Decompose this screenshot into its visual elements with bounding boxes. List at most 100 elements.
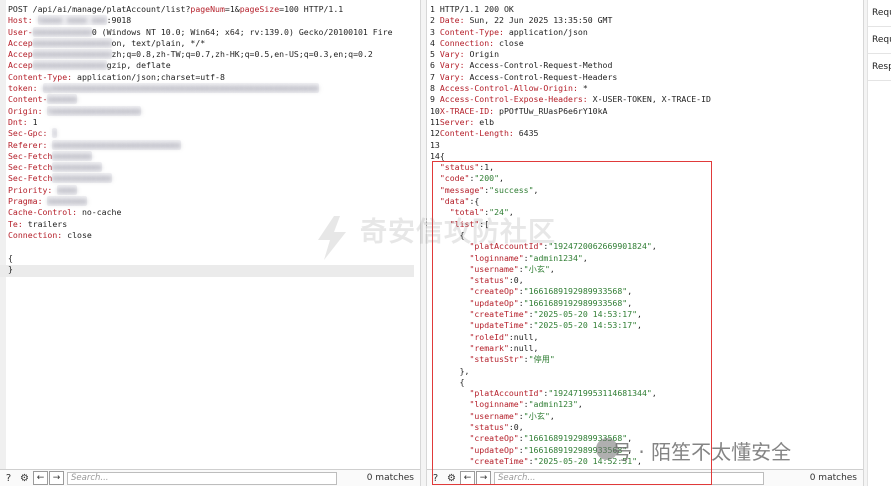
response-token: :0, (508, 275, 524, 286)
request-line: Content-Type: application/json;charset=u… (8, 72, 420, 83)
response-token: "小玄" (523, 410, 550, 421)
response-token (430, 286, 469, 296)
response-token: "1661689192989933568" (523, 286, 628, 297)
request-line: Content-mmmmmm (8, 94, 420, 105)
request-token: mmmmmmmmmmmm (52, 173, 112, 184)
response-line: "status":0, (430, 422, 863, 433)
inspector-side-panel: Requ Requ Resp (867, 0, 891, 486)
response-line: 8 Access-Control-Allow-Origin: * (430, 83, 863, 94)
response-token: 2 (430, 15, 440, 26)
response-token: 6 (430, 60, 440, 71)
response-token: pPOfTUw_RUasP6e6rY10kA (499, 105, 608, 116)
response-token (430, 456, 469, 466)
response-line: "loginname":"admin1234", (430, 253, 863, 264)
settings-gear-icon[interactable]: ⚙ (17, 471, 32, 485)
response-token: "platAccountId" (469, 388, 544, 399)
request-token: token: (8, 83, 43, 94)
response-token: 4 (430, 37, 440, 48)
settings-gear-icon[interactable]: ⚙ (444, 471, 459, 485)
request-line: Accepmmmmmmmmmmmmmmmmzh;q=0.8,zh-TW;q=0.… (8, 49, 420, 60)
response-token: "loginname" (469, 399, 524, 410)
help-icon[interactable]: ? (428, 471, 443, 485)
request-token: Dnt: (8, 116, 33, 127)
response-line: 11Server: elb (430, 117, 863, 128)
response-line: "updateOp":"1661689192989933568", (430, 298, 863, 309)
response-token: "200" (474, 173, 500, 184)
response-token: Vary: (439, 60, 470, 71)
request-token: pageSize (239, 4, 280, 14)
request-search-bar: ? ⚙ ← → Search... 0 matches (0, 469, 420, 486)
request-line: Dnt: 1 (8, 117, 420, 128)
response-token (430, 445, 469, 455)
response-token (430, 366, 460, 376)
response-search-bar: ? ⚙ ← → Search... 0 matches (427, 469, 863, 486)
request-token: mmmmmmmm (52, 150, 92, 161)
response-token: "1924719953114681344" (548, 388, 652, 399)
side-tab-request-headers[interactable]: Requ (868, 27, 891, 54)
response-token: "roleId" (469, 331, 509, 342)
response-line: "statusStr":"停用" (430, 354, 863, 365)
response-token: "createOp" (469, 433, 519, 444)
help-icon[interactable]: ? (1, 471, 16, 485)
response-token: , (651, 241, 657, 252)
request-matches-count: 0 matches (366, 473, 414, 483)
request-token: Pragma: (8, 196, 48, 207)
response-token: X-USER-TOKEN, X-TRACE-ID (592, 94, 711, 105)
response-token: Vary: (439, 49, 470, 60)
response-token (430, 422, 469, 432)
response-token: , (549, 410, 555, 421)
request-editor[interactable]: POST /api/ai/manage/platAccount/list?pag… (0, 0, 420, 469)
response-token: , (627, 286, 633, 297)
response-token (430, 343, 469, 353)
request-token: mmmm (57, 184, 78, 195)
response-token: 9 (430, 94, 440, 105)
response-line: 10X-TRACE-ID: pPOfTUw_RUasP6e6rY10kA (430, 106, 863, 117)
response-line: 6 Vary: Access-Control-Request-Method (430, 60, 863, 71)
response-token (430, 253, 469, 263)
request-search-input[interactable]: Search... (67, 471, 337, 485)
request-token: close (67, 229, 92, 240)
response-token: 3 (430, 26, 440, 37)
side-tab-response-headers[interactable]: Resp (868, 54, 891, 81)
next-match-arrow-icon[interactable]: → (476, 471, 491, 485)
response-token: 1 (430, 4, 440, 14)
credit-text: 号 · 陌笙不太懂安全 (612, 440, 792, 464)
prev-match-arrow-icon[interactable]: ← (33, 471, 48, 485)
request-token: Accep (8, 49, 33, 60)
response-token (430, 377, 460, 387)
response-line: "data":{ (430, 196, 863, 207)
response-token: { (439, 150, 445, 161)
response-token: Connection: (439, 37, 500, 48)
response-line: 5 Vary: Origin (430, 49, 863, 60)
prev-match-arrow-icon[interactable]: ← (460, 471, 475, 485)
response-token: "createTime" (469, 455, 529, 466)
response-token: , (637, 309, 642, 320)
side-tab-request-attributes[interactable]: Requ (868, 0, 891, 27)
request-token: trailers (27, 218, 68, 229)
response-line: "username":"小玄", (430, 264, 863, 275)
request-token: :9018 (106, 15, 132, 26)
request-token: mmmmmmmm (47, 196, 87, 207)
response-token: "data" (439, 196, 470, 207)
request-token: pageNum (190, 4, 225, 14)
request-line (8, 241, 420, 252)
request-line: Accepmmmmmmmmmmmmmmmmon, text/plain, */* (8, 37, 420, 49)
request-token: zh;q=0.8,zh-TW;q=0.7,zh-HK;q=0.5,en-US;q… (111, 49, 373, 60)
response-search-input[interactable]: Search... (494, 471, 764, 485)
response-token: "2025-05-20 14:53:17" (533, 309, 638, 320)
response-token: :null, (508, 331, 539, 342)
response-line: 12Content-Length: 6435 (430, 128, 863, 139)
response-token: 12 (430, 128, 440, 139)
response-token: :{ (469, 196, 480, 207)
response-token: 14 (430, 150, 440, 161)
response-token: close (499, 37, 524, 48)
response-token: "停用" (528, 354, 555, 365)
response-token: Content-Type: (439, 26, 509, 37)
response-token (430, 354, 469, 364)
response-line: 13 (430, 140, 863, 151)
response-token: "1924720062669901824" (548, 241, 652, 252)
request-line: User-mmmmmmmmmmmm0 (Windows NT 10.0; Win… (8, 26, 420, 38)
request-gutter (0, 0, 6, 469)
next-match-arrow-icon[interactable]: → (49, 471, 64, 485)
response-token (430, 196, 440, 206)
